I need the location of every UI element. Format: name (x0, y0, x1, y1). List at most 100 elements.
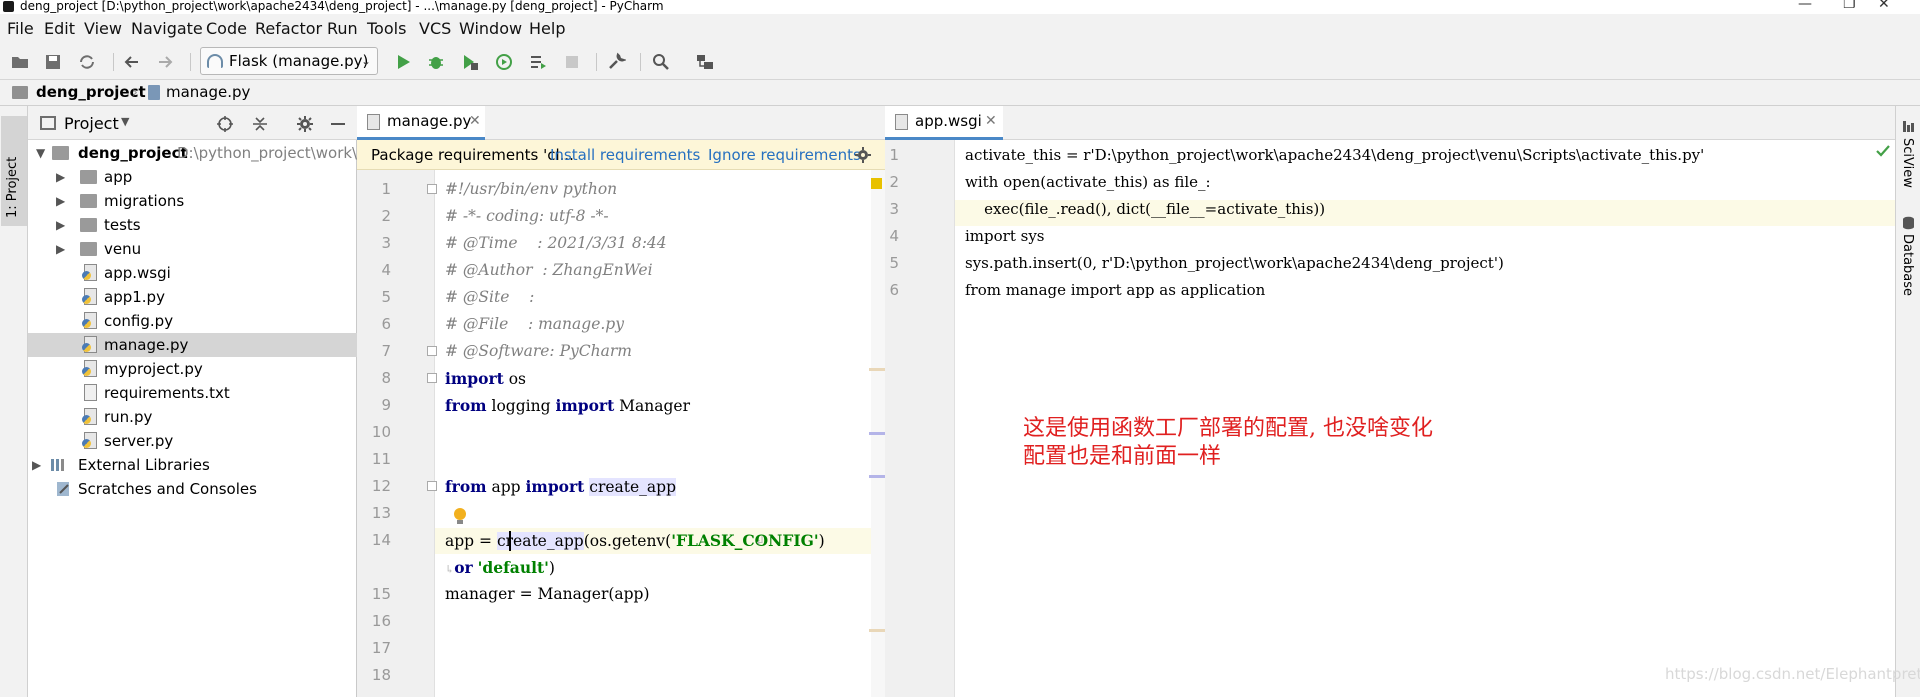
hide-panel-icon[interactable] (329, 115, 347, 133)
breadcrumb-file[interactable]: manage.py (166, 83, 250, 101)
tab-app-wsgi[interactable]: app.wsgi ✕ (885, 106, 1003, 140)
line-number: 15 (371, 585, 391, 603)
tree-root[interactable]: ▼ deng_project D:\python_project\work\ap (28, 141, 376, 165)
menu-code[interactable]: Code (206, 19, 247, 38)
tab-manage-py[interactable]: manage.py ✕ (357, 106, 485, 140)
tree-item-app1-py[interactable]: app1.py (28, 285, 357, 309)
fold-marker-icon[interactable] (427, 184, 437, 194)
profile-icon[interactable] (494, 52, 514, 72)
tree-item-config-py[interactable]: config.py (28, 309, 357, 333)
tree-item-myproject-py[interactable]: myproject.py (28, 357, 357, 381)
debug-icon[interactable] (426, 52, 446, 72)
code-line: with open(activate_this) as file_: (965, 173, 1211, 191)
tree-item-label: requirements.txt (104, 384, 230, 402)
tree-item-label: venu (104, 240, 142, 258)
breadcrumb-separator: › (132, 83, 138, 101)
close-icon[interactable]: ✕ (985, 106, 997, 136)
line-number: 3 (381, 234, 391, 252)
sciview-tab[interactable]: SciView (1900, 138, 1915, 188)
run-configuration-select[interactable]: Flask (manage.py) ⌄ (200, 47, 378, 75)
menu-tools[interactable]: Tools (367, 19, 406, 38)
menu-file[interactable]: File (7, 19, 34, 38)
line-number: 18 (371, 666, 391, 684)
save-icon[interactable] (43, 52, 63, 72)
open-folder-icon[interactable] (10, 52, 30, 72)
annotation-line: 这是使用函数工厂部署的配置, 也没啥变化 (1023, 416, 1433, 441)
flask-icon (207, 54, 223, 68)
tree-item-app[interactable]: ▶ app (28, 165, 357, 189)
maximize-button[interactable]: ❐ (1843, 0, 1856, 11)
run-configuration-label: Flask (manage.py) (229, 52, 369, 70)
line-number: 17 (371, 639, 391, 657)
locate-file-icon[interactable] (216, 115, 234, 133)
database-tab[interactable]: Database (1900, 234, 1915, 296)
project-tool-tab-label: 1: Project (5, 156, 20, 218)
code-line: exec(file_.read(), dict(__file__=activat… (965, 200, 1326, 218)
collapse-arrow-icon[interactable]: ▶ (32, 453, 41, 477)
tree-item-label: run.py (104, 408, 153, 426)
install-requirements-link[interactable]: Install requirements (550, 140, 700, 170)
tree-item-run-py[interactable]: run.py (28, 405, 357, 429)
file-icon (895, 114, 908, 130)
back-arrow-icon[interactable] (122, 52, 142, 72)
run-with-coverage-icon[interactable] (460, 52, 480, 72)
tree-item-venu[interactable]: ▶ venu (28, 237, 357, 261)
collapse-all-icon[interactable] (251, 115, 269, 133)
watermark: https://blog.csdn.net/Elephantpretty (1665, 665, 1920, 683)
editor-tab-bar: manage.py ✕ (357, 106, 885, 140)
tree-item-scratches[interactable]: Scratches and Consoles (28, 477, 357, 501)
right-tool-stripe: SciView Database (1895, 106, 1920, 697)
gear-icon[interactable] (296, 115, 314, 133)
folder-icon (80, 242, 97, 256)
tree-item-label: External Libraries (78, 456, 210, 474)
menu-edit[interactable]: Edit (44, 19, 75, 38)
collapse-arrow-icon[interactable]: ▶ (56, 189, 65, 213)
breadcrumb-project[interactable]: deng_project (36, 83, 146, 101)
ignore-requirements-link[interactable]: Ignore requirements (708, 140, 861, 170)
forward-arrow-icon[interactable] (155, 52, 175, 72)
tree-item-app-wsgi[interactable]: app.wsgi (28, 261, 357, 285)
code-line: activate_this = r'D:\python_project\work… (965, 146, 1705, 164)
annotation-line: 配置也是和前面一样 (1023, 444, 1222, 469)
fold-marker-icon[interactable] (427, 481, 437, 491)
menu-help[interactable]: Help (529, 19, 565, 38)
fold-marker-icon[interactable] (427, 346, 437, 356)
collapse-arrow-icon[interactable]: ▶ (56, 237, 65, 261)
expand-arrow-icon[interactable]: ▼ (36, 141, 45, 165)
concurrency-icon[interactable] (528, 52, 548, 72)
tree-item-external-libraries[interactable]: ▶ External Libraries (28, 453, 357, 477)
tree-item-server-py[interactable]: server.py (28, 429, 357, 453)
menu-view[interactable]: View (84, 19, 122, 38)
menu-refactor[interactable]: Refactor (255, 19, 322, 38)
wrench-icon[interactable] (606, 52, 626, 72)
fold-marker-icon[interactable] (427, 373, 437, 383)
minimize-button[interactable]: — (1798, 0, 1812, 11)
tree-item-migrations[interactable]: ▶ migrations (28, 189, 357, 213)
code-comment: #!/usr/bin/env python (445, 180, 618, 198)
close-icon[interactable]: ✕ (469, 106, 481, 136)
collapse-arrow-icon[interactable]: ▶ (56, 165, 65, 189)
code-line: import sys (965, 227, 1045, 245)
code-comment: # @Site : (445, 288, 535, 306)
run-icon[interactable] (393, 52, 413, 72)
menu-vcs[interactable]: VCS (419, 19, 451, 38)
search-icon[interactable] (651, 52, 671, 72)
menu-run[interactable]: Run (327, 19, 358, 38)
line-number-gutter (885, 140, 955, 697)
code-string: 'default' (477, 558, 549, 577)
collapse-arrow-icon[interactable]: ▶ (56, 213, 65, 237)
sync-icon[interactable] (77, 52, 97, 72)
menu-window[interactable]: Window (459, 19, 522, 38)
project-panel-title[interactable]: Project (64, 114, 119, 133)
tree-item-requirements-txt[interactable]: requirements.txt (28, 381, 357, 405)
project-structure-icon[interactable] (695, 52, 715, 72)
tree-item-tests[interactable]: ▶ tests (28, 213, 357, 237)
code-text: app = (445, 532, 497, 550)
code-comment: # -*- coding: utf-8 -*- (445, 207, 609, 225)
menu-navigate[interactable]: Navigate (131, 19, 203, 38)
menu-bar: File Edit View Navigate Code Refactor Ru… (0, 14, 1920, 44)
tree-item-manage-py[interactable]: manage.py (28, 333, 357, 357)
close-window-button[interactable]: ✕ (1878, 0, 1890, 11)
lightbulb-icon[interactable] (453, 507, 467, 525)
chevron-down-icon[interactable]: ▼ (121, 115, 129, 128)
